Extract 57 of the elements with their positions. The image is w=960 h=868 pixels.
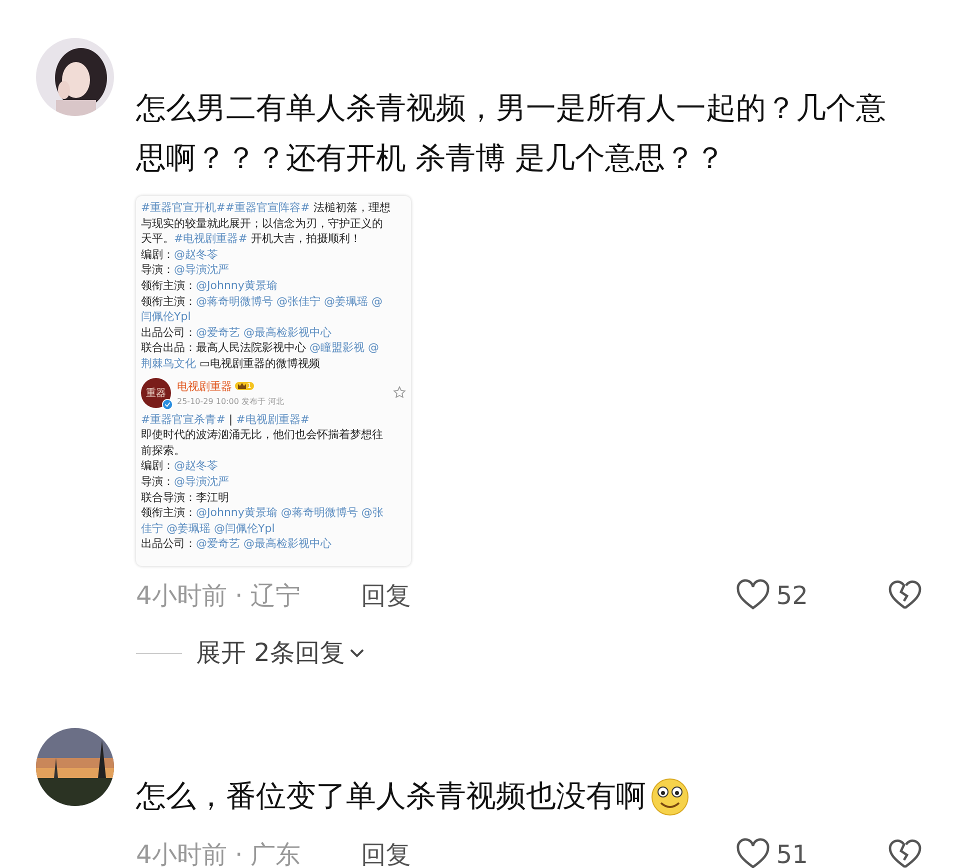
- post-link[interactable]: @导演沈严: [174, 263, 229, 276]
- verified-icon: [162, 398, 173, 410]
- post-link[interactable]: 荆棘鸟文化: [141, 356, 200, 370]
- post-text: 法槌初落，理想: [312, 201, 390, 214]
- chevron-down-icon: [348, 648, 365, 658]
- post-link[interactable]: #重器官宣开机##重器官宣阵容#: [141, 201, 310, 214]
- post-link[interactable]: @爱奇艺 @最高检影视中心: [196, 326, 332, 339]
- post-link[interactable]: #电视剧重器#: [236, 412, 310, 426]
- broken-heart-icon: [888, 838, 922, 868]
- post-text: 联合导演：李江明: [141, 490, 229, 504]
- account-name[interactable]: 电视剧重器: [177, 378, 232, 394]
- post-text: 前探索。: [141, 444, 185, 457]
- post-link[interactable]: @赵冬苓: [174, 248, 218, 261]
- comment-time: 4小时前 · 广东: [136, 838, 302, 868]
- post-text: 领衔主演：: [141, 294, 196, 308]
- post-text: 领衔主演：: [141, 506, 196, 520]
- post-text: 开机大吉，拍摄顺利！: [250, 232, 361, 246]
- post-link[interactable]: @Johnny黄景瑜 @蒋奇明微博号 @张: [196, 506, 384, 520]
- comment-time: 4小时前 · 辽宁: [136, 580, 302, 612]
- like-button[interactable]: 51: [736, 838, 808, 868]
- post-text: 联合出品：最高人民法院影视中心: [141, 341, 307, 354]
- post-text: 编剧：: [141, 459, 174, 472]
- dislike-button[interactable]: [888, 579, 922, 611]
- reply-link[interactable]: 回复: [361, 838, 411, 868]
- post-text: 出品公司：: [141, 326, 196, 339]
- post-link[interactable]: @赵冬苓: [174, 459, 218, 472]
- post-text: 编剧：: [141, 248, 174, 261]
- heart-icon: [736, 838, 770, 868]
- reply-link[interactable]: 回复: [361, 578, 411, 612]
- post-link[interactable]: #重器官宣杀青#: [141, 412, 226, 426]
- account-logo: 重器: [141, 378, 171, 408]
- post-text: 出品公司：: [141, 537, 196, 550]
- star-icon[interactable]: [393, 386, 406, 400]
- post-text: 导演：: [141, 474, 174, 488]
- post-link[interactable]: #电视剧重器#: [174, 232, 248, 246]
- post-link[interactable]: @爱奇艺 @最高检影视中心: [196, 537, 332, 550]
- post-link[interactable]: @Johnny黄景瑜: [196, 278, 278, 292]
- post-text: ▭电视剧重器的微博视频: [200, 356, 320, 370]
- comment-text: 怎么男二有单人杀青视频，男一是所有人一起的？几个意思啊？？？还有开机 杀青博 是几个意思？？: [136, 90, 887, 178]
- post-link[interactable]: @瞳盟影视 @: [310, 341, 379, 354]
- post-link[interactable]: 闫佩伦Ypl: [141, 310, 191, 324]
- post-link[interactable]: 佳宁 @姜珮瑶 @闫佩伦Ypl: [141, 522, 275, 535]
- post-link[interactable]: @导演沈严: [174, 474, 229, 488]
- post-text: 即使时代的波涛汹涌无比，他们也会怀揣着梦想往: [141, 428, 383, 442]
- post-text: 与现实的较量就此展开；以信念为刃，守护正义的: [141, 216, 383, 230]
- comment-text: 怎么，番位变了单人杀青视频也没有啊: [136, 778, 646, 816]
- dislike-button[interactable]: [888, 838, 922, 868]
- expand-replies-button[interactable]: 展开 2条回复: [196, 636, 365, 670]
- post-text: 天平。: [141, 232, 174, 246]
- post-text: 领衔主演：: [141, 278, 196, 292]
- heart-icon: [736, 579, 770, 611]
- broken-heart-icon: [888, 579, 922, 611]
- post-meta: 25-10-29 10:00 发布于 河北: [177, 396, 285, 407]
- post-text: 导演：: [141, 263, 174, 276]
- post-link[interactable]: @蒋奇明微博号 @张佳宁 @姜珮瑶 @: [196, 294, 382, 308]
- like-button[interactable]: 52: [736, 579, 808, 611]
- post-text: |: [228, 412, 234, 426]
